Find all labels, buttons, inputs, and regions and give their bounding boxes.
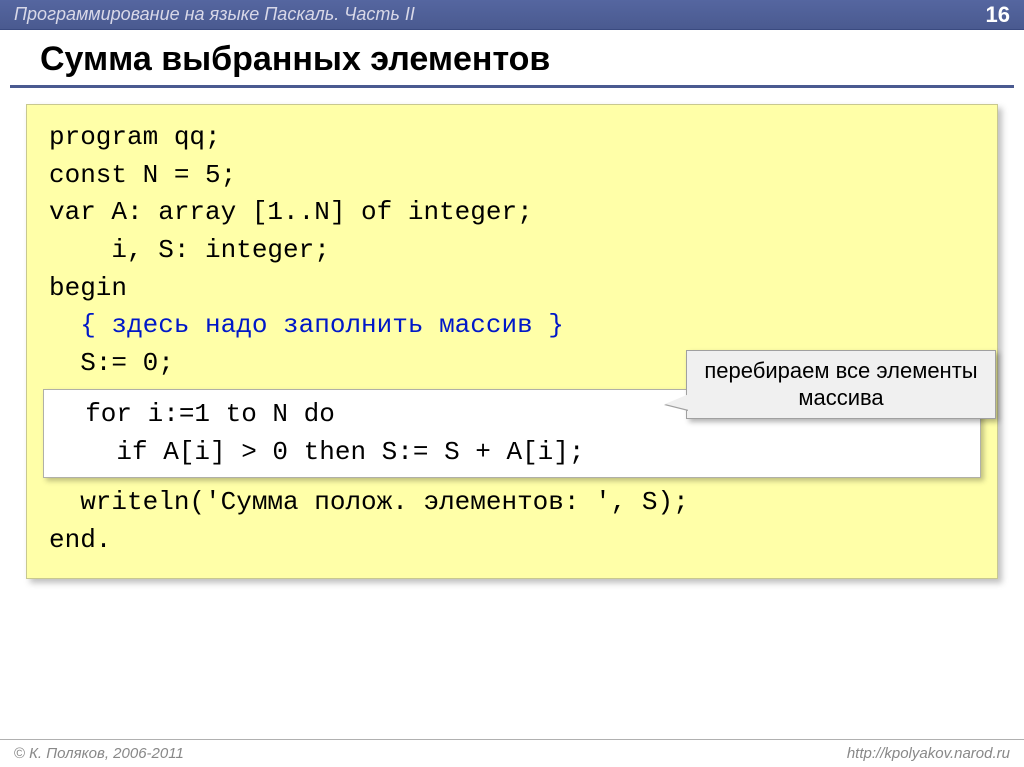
code-line: end. bbox=[49, 522, 975, 560]
highlight-box: for i:=1 to N do if A[i] > 0 then S:= S … bbox=[43, 389, 981, 478]
code-comment: { здесь надо заполнить массив } bbox=[49, 307, 975, 345]
slide-header: Программирование на языке Паскаль. Часть… bbox=[0, 0, 1024, 30]
code-line: writeln('Сумма полож. элементов: ', S); bbox=[49, 484, 975, 522]
code-line: program qq; bbox=[49, 119, 975, 157]
slide-title: Сумма выбранных элементов bbox=[10, 30, 1014, 88]
code-line: var A: array [1..N] of integer; bbox=[49, 194, 975, 232]
code-block: program qq; const N = 5; var A: array [1… bbox=[26, 104, 998, 579]
callout-annotation: перебираем все элементы массива bbox=[686, 350, 996, 419]
code-line: const N = 5; bbox=[49, 157, 975, 195]
copyright: К. Поляков, 2006-2011 bbox=[14, 745, 184, 762]
code-line: if A[i] > 0 then S:= S + A[i]; bbox=[54, 434, 970, 472]
slide-footer: К. Поляков, 2006-2011 http://kpolyakov.n… bbox=[0, 739, 1024, 767]
code-line: begin bbox=[49, 270, 975, 308]
header-title: Программирование на языке Паскаль. Часть… bbox=[14, 4, 415, 25]
footer-url: http://kpolyakov.narod.ru bbox=[847, 745, 1010, 762]
code-line: i, S: integer; bbox=[49, 232, 975, 270]
page-number: 16 bbox=[986, 2, 1010, 28]
